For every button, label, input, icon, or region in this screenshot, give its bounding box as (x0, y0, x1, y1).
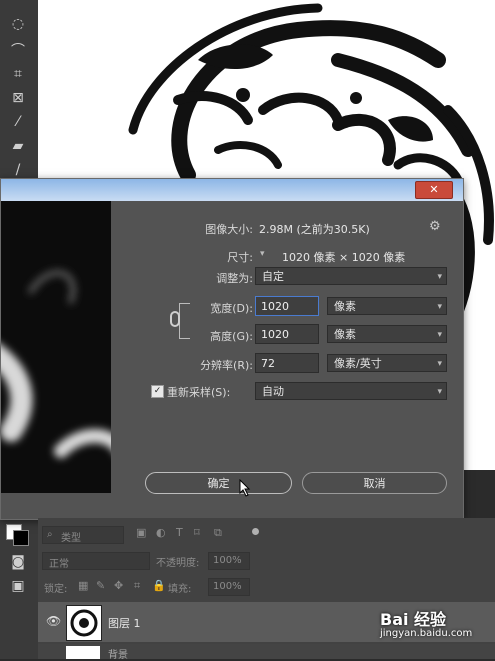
lock-position-icon[interactable]: ✥ (114, 579, 123, 592)
healing-brush-tool-icon[interactable]: ▰ (7, 136, 29, 156)
lock-artboard-icon[interactable]: ⌗ (134, 579, 140, 593)
height-unit-select[interactable]: 像素 ▾ (327, 325, 447, 343)
chevron-down-icon[interactable]: ▾ (260, 249, 265, 259)
chevron-down-icon: ▾ (437, 330, 442, 340)
cancel-button[interactable]: 取消 (302, 472, 447, 494)
crop-tool-icon[interactable]: ⌗ (7, 64, 29, 84)
dimensions-value: 1020 像素 × 1020 像素 (282, 251, 406, 264)
preview-image (1, 269, 111, 458)
blend-mode-value: 正常 (49, 559, 69, 570)
resample-select[interactable]: 自动 ▾ (255, 382, 447, 400)
eyedropper-tool-icon[interactable]: ⁄ (7, 112, 29, 132)
resolution-label: 分辨率(R): (200, 359, 253, 372)
dialog-titlebar[interactable] (1, 179, 463, 201)
shape-filter-icon[interactable]: ⌑ (194, 526, 200, 539)
image-size-dialog: ✕ 图像大小: 2.98M (之前为30.5K) ⚙ 尺寸: ▾ 1020 像素… (0, 178, 464, 520)
resolution-unit-select[interactable]: 像素/英寸 ▾ (327, 354, 447, 372)
layer-search-placeholder: 类型 (61, 533, 81, 544)
chevron-down-icon: ▾ (437, 272, 442, 282)
fill-input[interactable]: 100% (208, 578, 250, 596)
fit-to-value: 自定 (262, 270, 284, 283)
opacity-label: 不透明度: (156, 558, 200, 569)
resample-label: 重新采样(S): (167, 386, 231, 399)
chevron-down-icon: ▾ (437, 387, 442, 397)
ok-button[interactable]: 确定 (145, 472, 292, 494)
filter-toggle-icon[interactable] (252, 528, 259, 535)
search-icon: ⌕ (47, 529, 53, 540)
baidu-logo: Bai 经验 (380, 610, 447, 629)
image-size-label: 图像大小: (205, 223, 253, 236)
quick-selection-tool-icon[interactable]: ⌒ (7, 40, 29, 60)
watermark-url: jingyan.baidu.com (380, 628, 473, 639)
quick-mask-icon[interactable]: ◙ (7, 552, 29, 572)
smart-object-filter-icon[interactable]: ⧉ (214, 526, 222, 540)
height-label: 高度(G): (210, 330, 253, 343)
fit-to-label: 调整为: (216, 272, 253, 285)
opacity-value: 100% (213, 555, 242, 566)
lock-transparent-icon[interactable]: ▦ (78, 579, 88, 592)
layer-thumbnail (66, 646, 100, 659)
opacity-input[interactable]: 100% (208, 552, 250, 570)
brush-tool-icon[interactable]: / (7, 160, 29, 180)
layer-search-input[interactable]: ⌕ 类型 (42, 526, 124, 544)
width-unit-value: 像素 (334, 300, 356, 313)
layer-name: 图层 1 (108, 617, 141, 630)
preview-pane[interactable] (1, 201, 111, 493)
gear-icon[interactable]: ⚙ (429, 219, 441, 234)
height-input[interactable]: 1020 (255, 324, 319, 344)
mouse-cursor-icon (239, 479, 251, 497)
resolution-input[interactable]: 72 (255, 353, 319, 373)
type-filter-icon[interactable]: T (176, 526, 183, 539)
chevron-down-icon: ▾ (437, 302, 442, 312)
fit-to-select[interactable]: 自定 ▾ (255, 267, 447, 285)
chevron-down-icon: ▾ (437, 359, 442, 369)
frame-tool-icon[interactable]: ⊠ (7, 88, 29, 108)
lock-label: 锁定: (44, 584, 68, 595)
dimensions-label: 尺寸: (227, 251, 253, 264)
layer-row-background[interactable]: 背景 (38, 644, 495, 661)
height-unit-value: 像素 (334, 328, 356, 341)
resample-value: 自动 (262, 385, 284, 398)
screen-mode-icon[interactable]: ▣ (7, 576, 29, 596)
fill-label: 填充: (168, 584, 192, 595)
width-unit-select[interactable]: 像素 ▾ (327, 297, 447, 315)
image-size-value: 2.98M (之前为30.5K) (259, 223, 370, 236)
width-label: 宽度(D): (210, 302, 253, 315)
layer-thumbnail (66, 605, 102, 641)
lock-all-icon[interactable]: 🔒 (152, 579, 166, 592)
visibility-eye-icon[interactable]: 👁 (46, 614, 61, 628)
blend-mode-select[interactable]: 正常 (42, 552, 150, 570)
resolution-unit-value: 像素/英寸 (334, 357, 382, 370)
fill-value: 100% (213, 581, 242, 592)
adjustment-filter-icon[interactable]: ◐ (156, 526, 166, 539)
lock-pixels-icon[interactable]: ✎ (96, 579, 105, 592)
lasso-tool-icon[interactable]: ◌ (7, 14, 29, 34)
background-color-swatch[interactable] (13, 530, 29, 546)
width-input[interactable]: 1020 (255, 296, 319, 316)
pixel-filter-icon[interactable]: ▣ (136, 526, 146, 539)
close-button[interactable]: ✕ (415, 181, 453, 199)
resample-checkbox[interactable]: ✓ (151, 385, 164, 398)
